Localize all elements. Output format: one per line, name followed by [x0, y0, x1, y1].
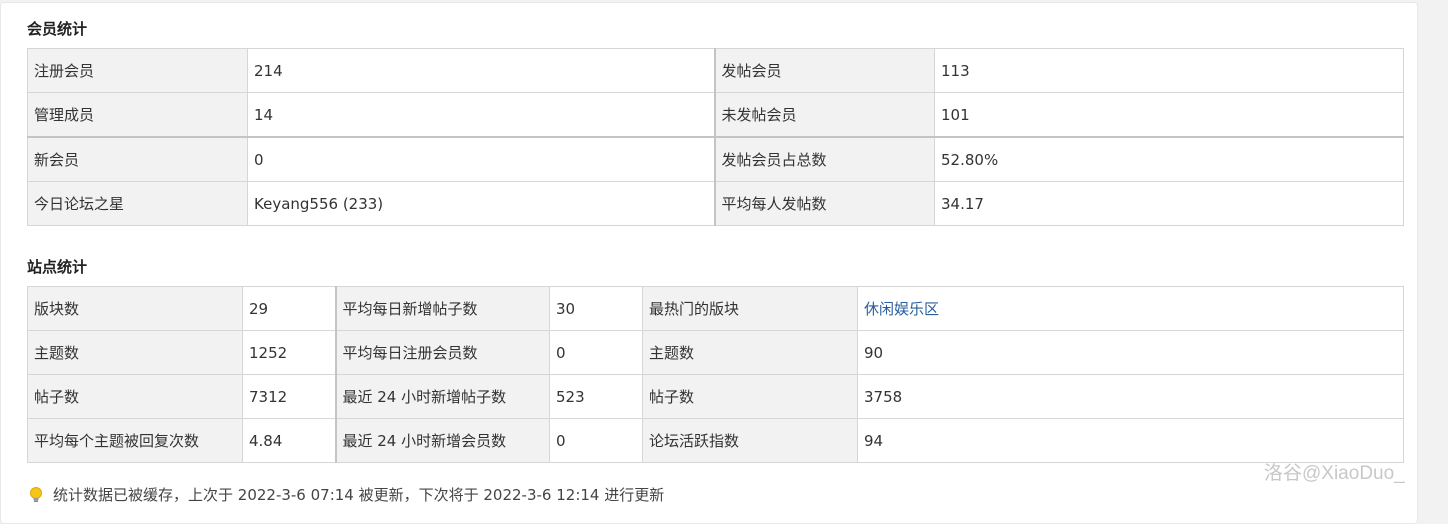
- stat-value: 14: [247, 92, 715, 138]
- stat-label: 发帖会员占总数: [713, 136, 935, 182]
- stat-value: 30: [549, 286, 643, 331]
- stat-value: 214: [247, 48, 715, 93]
- stat-value: 4.84: [242, 418, 336, 463]
- stat-value: 113: [934, 48, 1404, 93]
- stat-label: 平均每人发帖数: [713, 181, 935, 226]
- table-row: 主题数 1252 平均每日注册会员数 0 主题数 90: [27, 330, 1404, 375]
- stat-value: 90: [857, 330, 1404, 375]
- stat-label: 管理成员: [27, 92, 248, 138]
- table-row: 今日论坛之星 Keyang556 (233) 平均每人发帖数 34.17: [27, 181, 1404, 226]
- stat-value: 52.80%: [934, 136, 1404, 182]
- cache-note-text: 统计数据已被缓存，上次于 2022-3-6 07:14 被更新，下次将于 202…: [53, 486, 665, 504]
- table-row: 管理成员 14 未发帖会员 101: [27, 92, 1404, 138]
- stat-value: 休闲娱乐区: [857, 286, 1404, 331]
- stat-value: 94: [857, 418, 1404, 463]
- stat-label: 平均每日注册会员数: [334, 330, 550, 375]
- stat-value: 3758: [857, 374, 1404, 419]
- stat-label: 主题数: [642, 330, 858, 375]
- stat-label: 发帖会员: [713, 48, 935, 93]
- stat-value: 7312: [242, 374, 336, 419]
- table-row: 注册会员 214 发帖会员 113: [27, 48, 1404, 93]
- stat-label: 最热门的版块: [642, 286, 858, 331]
- stat-value: Keyang556 (233): [247, 181, 715, 226]
- table-row: 帖子数 7312 最近 24 小时新增帖子数 523 帖子数 3758: [27, 374, 1404, 419]
- stat-label: 版块数: [27, 286, 243, 331]
- lightbulb-icon: [27, 486, 45, 504]
- stat-label: 主题数: [27, 330, 243, 375]
- stat-label: 平均每日新增帖子数: [334, 286, 550, 331]
- stat-value: 0: [549, 418, 643, 463]
- stat-value: 1252: [242, 330, 336, 375]
- stat-label: 未发帖会员: [713, 92, 935, 138]
- stat-label: 今日论坛之星: [27, 181, 248, 226]
- stat-value: 0: [549, 330, 643, 375]
- stat-value: 29: [242, 286, 336, 331]
- stat-label: 最近 24 小时新增帖子数: [334, 374, 550, 419]
- table-row: 新会员 0 发帖会员占总数 52.80%: [27, 136, 1404, 182]
- stat-label: 最近 24 小时新增会员数: [334, 418, 550, 463]
- scrollbar-track[interactable]: [1440, 0, 1448, 503]
- cache-note: 统计数据已被缓存，上次于 2022-3-6 07:14 被更新，下次将于 202…: [27, 484, 664, 505]
- site-stats-title: 站点统计: [27, 258, 88, 276]
- stat-label: 注册会员: [27, 48, 248, 93]
- stat-value: 0: [247, 136, 715, 182]
- hottest-forum-link[interactable]: 休闲娱乐区: [864, 300, 939, 318]
- watermark: 洛谷@XiaoDuo_: [1264, 463, 1405, 484]
- member-stats-table: 注册会员 214 发帖会员 113 管理成员 14 未发帖会员 101 新会员 …: [27, 48, 1404, 226]
- stat-label: 新会员: [27, 136, 248, 182]
- stat-label: 平均每个主题被回复次数: [27, 418, 243, 463]
- site-stats-table: 版块数 29 平均每日新增帖子数 30 最热门的版块 休闲娱乐区 主题数 125…: [27, 286, 1404, 463]
- table-row: 平均每个主题被回复次数 4.84 最近 24 小时新增会员数 0 论坛活跃指数 …: [27, 418, 1404, 463]
- stat-value: 523: [549, 374, 643, 419]
- stat-label: 帖子数: [27, 374, 243, 419]
- stat-value: 101: [934, 92, 1404, 138]
- stat-label: 帖子数: [642, 374, 858, 419]
- member-stats-title: 会员统计: [27, 20, 88, 38]
- stat-label: 论坛活跃指数: [642, 418, 858, 463]
- table-row: 版块数 29 平均每日新增帖子数 30 最热门的版块 休闲娱乐区: [27, 286, 1404, 331]
- stat-value: 34.17: [934, 181, 1404, 226]
